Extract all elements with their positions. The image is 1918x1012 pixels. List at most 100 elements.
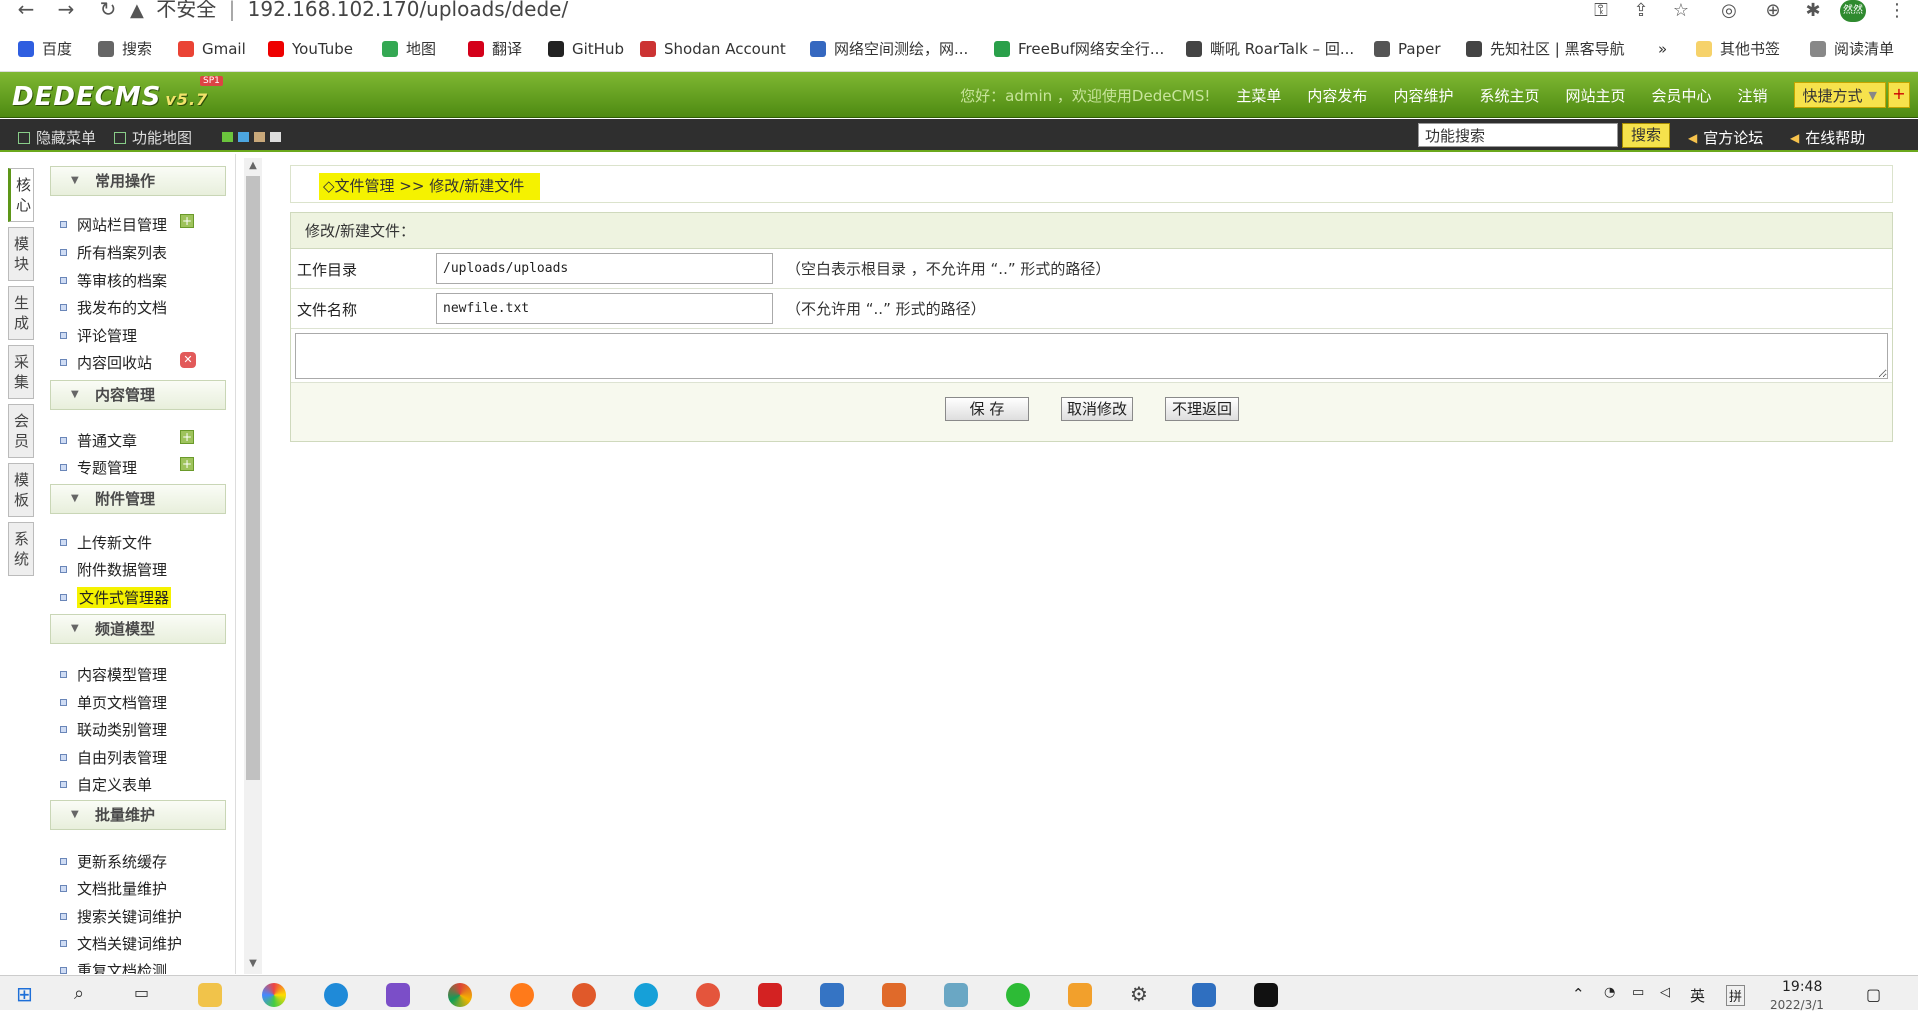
- search-button[interactable]: 搜索: [1622, 123, 1670, 148]
- sidebar-item[interactable]: 上传新文件: [60, 532, 152, 553]
- sidebar-item[interactable]: 重复文档检测: [60, 960, 167, 974]
- menu-system-home[interactable]: 系统主页: [1479, 85, 1539, 106]
- wechat-icon[interactable]: [1006, 983, 1030, 1007]
- hide-menu-button[interactable]: 隐藏菜单: [18, 127, 96, 148]
- share-icon[interactable]: ⇪: [1628, 0, 1654, 21]
- sidebar-item[interactable]: 评论管理: [60, 325, 137, 346]
- star-icon[interactable]: ☆: [1668, 0, 1694, 21]
- address-bar[interactable]: ▲ 不安全 | 192.168.102.170/uploads/dede/: [130, 0, 1700, 22]
- firefox-icon[interactable]: [510, 983, 534, 1007]
- sidebar-item[interactable]: 内容模型管理: [60, 664, 167, 685]
- reload-icon[interactable]: ↻: [96, 0, 120, 22]
- skin-brown-icon[interactable]: [254, 132, 265, 142]
- edge-icon[interactable]: [634, 983, 658, 1007]
- battery-icon[interactable]: ▭: [1632, 985, 1644, 1000]
- archive-app-icon[interactable]: [820, 983, 844, 1007]
- scroll-up-icon[interactable]: ▲: [246, 160, 260, 174]
- ime-mode[interactable]: 拼: [1726, 985, 1746, 1006]
- sidebar-item[interactable]: 单页文档管理: [60, 692, 167, 713]
- sidebar-section-header[interactable]: ▼ 批量维护: [50, 800, 226, 830]
- module-tab[interactable]: 生成: [8, 286, 34, 340]
- chrome-icon[interactable]: [448, 983, 472, 1007]
- visual-studio-icon[interactable]: [386, 983, 410, 1007]
- sidebar-item[interactable]: 文件式管理器: [60, 587, 172, 608]
- sidebar-section-header[interactable]: ▼ 内容管理: [50, 380, 226, 410]
- bookmark-item[interactable]: 翻译: [468, 36, 522, 62]
- module-tab[interactable]: 模块: [8, 227, 34, 281]
- task-view-icon[interactable]: ▭: [134, 983, 158, 1007]
- bookmark-item[interactable]: 地图: [382, 36, 436, 62]
- add-icon[interactable]: +: [180, 457, 194, 471]
- feishu-icon[interactable]: [324, 983, 348, 1007]
- network-icon[interactable]: ◔: [1604, 985, 1615, 1000]
- firefox-dev-icon[interactable]: [572, 983, 596, 1007]
- extension-circle-icon[interactable]: ◎: [1716, 0, 1742, 21]
- file-content-textarea[interactable]: [295, 333, 1888, 379]
- sidebar-item[interactable]: 文档关键词维护: [60, 933, 182, 954]
- system-info-icon[interactable]: [1192, 983, 1216, 1007]
- module-tab[interactable]: 采集: [8, 345, 34, 399]
- menu-logout[interactable]: 注销: [1738, 85, 1768, 106]
- bookmark-item[interactable]: 搜索: [98, 36, 152, 62]
- menu-site-home[interactable]: 网站主页: [1565, 85, 1625, 106]
- forward-icon[interactable]: →: [54, 0, 78, 22]
- sidebar-section-header[interactable]: ▼ 附件管理: [50, 484, 226, 514]
- function-search-input[interactable]: [1418, 123, 1618, 147]
- bookmark-item[interactable]: 嘶吼 RoarTalk – 回...: [1186, 36, 1354, 62]
- sidebar-scrollbar[interactable]: ▲ ▼: [244, 158, 262, 974]
- bookmarks-more-button[interactable]: »: [1658, 36, 1667, 62]
- add-icon[interactable]: +: [180, 430, 194, 444]
- extension-globe-icon[interactable]: ⊕: [1760, 0, 1786, 21]
- online-help-link[interactable]: ◀ 在线帮助: [1790, 127, 1865, 148]
- sublime-icon[interactable]: [882, 983, 906, 1007]
- save-button[interactable]: 保 存: [945, 397, 1029, 421]
- sidebar-item[interactable]: 等审核的档案: [60, 270, 167, 291]
- clock-time[interactable]: 19:48: [1782, 979, 1822, 995]
- notes-app-icon[interactable]: [944, 983, 968, 1007]
- module-tab[interactable]: 系统: [8, 522, 34, 576]
- skin-gray-icon[interactable]: [270, 132, 281, 142]
- vmware-icon[interactable]: [1068, 983, 1092, 1007]
- skin-green-icon[interactable]: [222, 132, 233, 142]
- filename-input[interactable]: [436, 293, 773, 324]
- sidebar-item[interactable]: 我发布的文档: [60, 297, 167, 318]
- menu-maintain[interactable]: 内容维护: [1393, 85, 1453, 106]
- settings-gear-icon[interactable]: ⚙: [1130, 983, 1154, 1007]
- sidebar-item[interactable]: 所有档案列表: [60, 242, 167, 263]
- sidebar-item[interactable]: 内容回收站 ✕: [60, 352, 196, 373]
- windows-start-icon[interactable]: ⊞: [16, 983, 40, 1007]
- menu-main[interactable]: 主菜单: [1236, 85, 1281, 106]
- search-icon[interactable]: ⌕: [74, 983, 98, 1007]
- bookmark-item[interactable]: FreeBuf网络安全行...: [994, 36, 1164, 62]
- key-icon[interactable]: ⚿: [1588, 0, 1614, 21]
- scroll-thumb[interactable]: [246, 176, 260, 780]
- terminal-icon[interactable]: [1254, 983, 1278, 1007]
- menu-member-center[interactable]: 会员中心: [1651, 85, 1711, 106]
- sidebar-item[interactable]: 搜索关键词维护: [60, 906, 182, 927]
- workdir-input[interactable]: [436, 253, 773, 284]
- photos-app-icon[interactable]: [262, 983, 286, 1007]
- module-tab[interactable]: 核心: [8, 168, 34, 222]
- back-icon[interactable]: ←: [14, 0, 38, 22]
- add-icon[interactable]: +: [180, 214, 194, 228]
- sidebar-item[interactable]: 附件数据管理: [60, 559, 167, 580]
- cancel-button[interactable]: 取消修改: [1061, 397, 1133, 421]
- reading-list-button[interactable]: 阅读清单: [1810, 36, 1894, 62]
- back-button[interactable]: 不理返回: [1165, 397, 1239, 421]
- notification-icon[interactable]: ▢: [1866, 985, 1881, 1004]
- puzzle-icon[interactable]: ✱: [1800, 0, 1826, 21]
- profile-avatar[interactable]: 然然: [1840, 0, 1866, 22]
- quick-add-button[interactable]: +: [1888, 82, 1910, 108]
- skin-blue-icon[interactable]: [238, 132, 249, 142]
- sidebar-item[interactable]: 自由列表管理: [60, 747, 167, 768]
- module-tab[interactable]: 模板: [8, 463, 34, 517]
- menu-publish[interactable]: 内容发布: [1307, 85, 1367, 106]
- official-forum-link[interactable]: ◀ 官方论坛: [1688, 127, 1763, 148]
- snail-app-icon[interactable]: [696, 983, 720, 1007]
- bookmark-item[interactable]: Paper: [1374, 36, 1440, 62]
- bookmark-item[interactable]: 网络空间测绘，网...: [810, 36, 968, 62]
- bookmark-item[interactable]: YouTube: [268, 36, 353, 62]
- wps-icon[interactable]: [758, 983, 782, 1007]
- function-map-button[interactable]: 功能地图: [114, 127, 192, 148]
- menu-dots-icon[interactable]: ⋮: [1884, 0, 1910, 21]
